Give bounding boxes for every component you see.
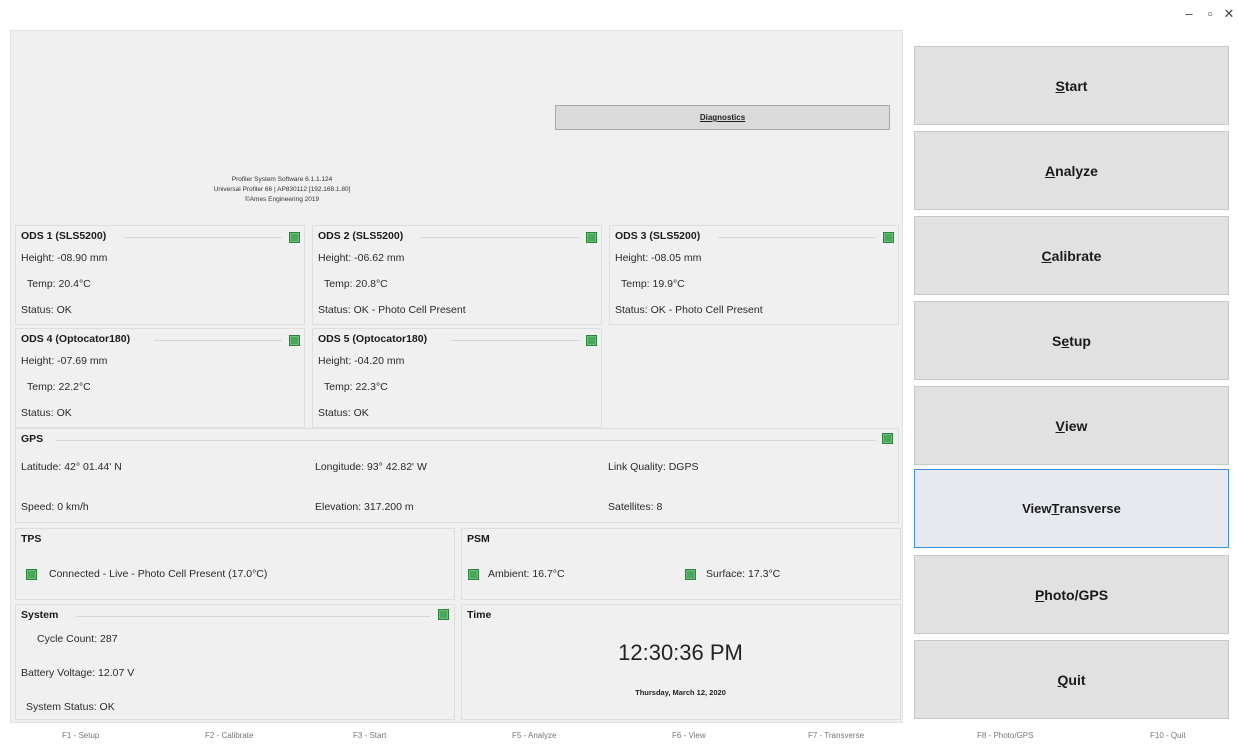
- ods-1-status-led: [289, 232, 300, 243]
- ods-4-status-led: [289, 335, 300, 346]
- system-divider: [76, 616, 430, 617]
- fkey-photo-gps: F8 - Photo/GPS: [977, 731, 1034, 740]
- fkey-view: F6 - View: [672, 731, 706, 740]
- clock-display: 12:30:36 PM: [618, 640, 743, 665]
- ods-2-title: ODS 2 (SLS5200): [318, 230, 404, 242]
- system-battery-voltage: Battery Voltage: 12.07 V: [21, 667, 135, 679]
- ods-1-height: Height: -08.90 mm: [21, 252, 108, 264]
- ods-3-title: ODS 3 (SLS5200): [615, 230, 701, 242]
- ods-3-temp: Temp: 19.9°C: [621, 278, 685, 290]
- ods-4-panel: ODS 4 (Optocator180) Height: -07.69 mm T…: [15, 328, 305, 428]
- ods-4-temp: Temp: 22.2°C: [27, 381, 91, 393]
- ods-4-divider: [154, 340, 282, 341]
- gps-speed: Speed: 0 km/h: [21, 501, 89, 513]
- analyze-button[interactable]: Analyze: [914, 131, 1229, 210]
- view-button[interactable]: View: [914, 386, 1229, 465]
- ods-3-status: Status: OK - Photo Cell Present: [615, 304, 763, 316]
- psm-surface: Surface: 17.3°C: [706, 568, 781, 580]
- ods-2-status-led: [586, 232, 597, 243]
- photo-gps-button[interactable]: Photo/GPS: [914, 555, 1229, 634]
- tps-status: Connected - Live - Photo Cell Present (1…: [49, 568, 268, 580]
- psm-ambient: Ambient: 16.7°C: [488, 568, 565, 580]
- ods-5-divider: [451, 340, 579, 341]
- psm-title: PSM: [467, 533, 490, 545]
- close-button[interactable]: ✕: [1218, 6, 1238, 22]
- gps-link-quality: Link Quality: DGPS: [608, 461, 699, 473]
- gps-latitude: Latitude: 42° 01.44' N: [21, 461, 122, 473]
- ods-1-title: ODS 1 (SLS5200): [21, 230, 107, 242]
- fkey-start: F3 - Start: [353, 731, 387, 740]
- fkey-quit: F10 - Quit: [1150, 731, 1186, 740]
- quit-button[interactable]: Quit: [914, 640, 1229, 719]
- view-transverse-button[interactable]: View Transverse: [914, 469, 1229, 548]
- ods-1-status: Status: OK: [21, 304, 72, 316]
- system-title: System: [21, 609, 59, 621]
- setup-button[interactable]: Se tup: [914, 301, 1229, 380]
- ods-3-divider: [718, 237, 876, 238]
- about-info: Profiler System Software 6.1.1.124 Unive…: [172, 175, 392, 205]
- gps-longitude: Longitude: 93° 42.82' W: [315, 461, 427, 473]
- gps-panel: GPS Latitude: 42° 01.44' N Longitude: 93…: [15, 428, 899, 523]
- ods-1-panel: ODS 1 (SLS5200) Height: -08.90 mm Temp: …: [15, 225, 305, 325]
- psm-ambient-led: [468, 569, 479, 580]
- ods-5-status-led: [586, 335, 597, 346]
- date-display: Thursday, March 12, 2020: [635, 688, 726, 697]
- psm-panel: PSM Ambient: 16.7°C Surface: 17.3°C: [461, 528, 901, 600]
- time-title: Time: [467, 609, 492, 621]
- ods-2-status: Status: OK - Photo Cell Present: [318, 304, 466, 316]
- gps-elevation: Elevation: 317.200 m: [315, 501, 414, 513]
- fkey-analyze: F5 - Analyze: [512, 731, 557, 740]
- ods-3-status-led: [883, 232, 894, 243]
- ods-4-status: Status: OK: [21, 407, 72, 419]
- start-button[interactable]: Start: [914, 46, 1229, 125]
- system-status-led: [438, 609, 449, 620]
- ods-2-panel: ODS 2 (SLS5200) Height: -06.62 mm Temp: …: [312, 225, 602, 325]
- system-panel: System Cycle Count: 287 Battery Voltage:…: [15, 604, 455, 720]
- ods-4-height: Height: -07.69 mm: [21, 355, 108, 367]
- tps-panel: TPS Connected - Live - Photo Cell Presen…: [15, 528, 455, 600]
- system-cycle-count: Cycle Count: 287: [37, 633, 118, 645]
- ods-3-panel: ODS 3 (SLS5200) Height: -08.05 mm Temp: …: [609, 225, 899, 325]
- ods-5-status: Status: OK: [318, 407, 369, 419]
- ods-3-height: Height: -08.05 mm: [615, 252, 702, 264]
- ods-5-panel: ODS 5 (Optocator180) Height: -04.20 mm T…: [312, 328, 602, 428]
- ods-2-height: Height: -06.62 mm: [318, 252, 405, 264]
- fkey-transverse: F7 - Transverse: [808, 731, 865, 740]
- diagnostics-button[interactable]: Diagnostics: [555, 105, 890, 130]
- ods-2-divider: [421, 237, 579, 238]
- gps-satellites: Satellites: 8: [608, 501, 663, 513]
- profiler-info: Universal Profiler 66 | AP830112 [192.16…: [213, 186, 351, 193]
- tps-title: TPS: [21, 533, 42, 545]
- gps-title: GPS: [21, 433, 44, 445]
- calibrate-button[interactable]: Calibrate: [914, 216, 1229, 295]
- software-version: Profiler System Software 6.1.1.124: [231, 176, 333, 183]
- copyright: ©Ames Engineering 2019: [244, 196, 320, 203]
- gps-divider: [56, 440, 876, 441]
- fkey-calibrate: F2 - Calibrate: [205, 731, 254, 740]
- ods-1-temp: Temp: 20.4°C: [27, 278, 91, 290]
- minimize-button[interactable]: –: [1178, 6, 1200, 21]
- gps-status-led: [882, 433, 893, 444]
- system-status: System Status: OK: [26, 701, 115, 713]
- ods-2-temp: Temp: 20.8°C: [324, 278, 388, 290]
- psm-surface-led: [685, 569, 696, 580]
- ods-1-divider: [124, 237, 282, 238]
- fkey-setup: F1 - Setup: [62, 731, 100, 740]
- ods-5-height: Height: -04.20 mm: [318, 355, 405, 367]
- ods-5-temp: Temp: 22.3°C: [324, 381, 388, 393]
- ods-4-title: ODS 4 (Optocator180): [21, 333, 131, 345]
- ods-5-title: ODS 5 (Optocator180): [318, 333, 428, 345]
- diagnostics-label: Diagnostics: [699, 113, 746, 122]
- tps-status-led: [26, 569, 37, 580]
